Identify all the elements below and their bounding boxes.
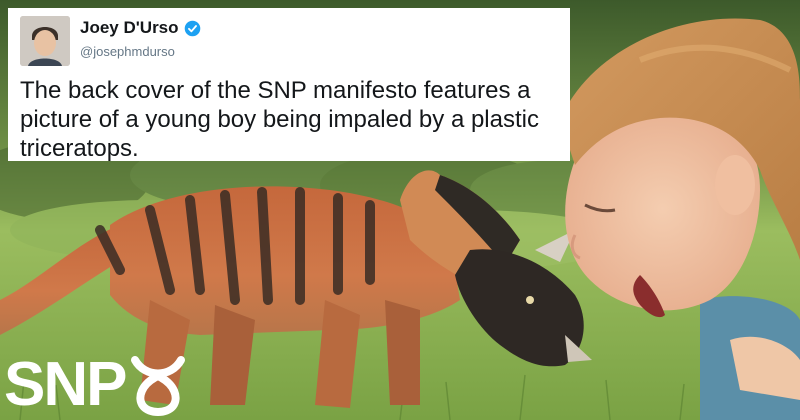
snp-logo-text: SNP [4,350,127,419]
display-name[interactable]: Joey D'Urso [80,18,179,38]
meme-image: Joey D'Urso @josephmdurso The back cover… [0,0,800,420]
snp-logo: SNP [4,352,193,418]
verified-badge-icon [184,20,200,36]
user-meta: Joey D'Urso @josephmdurso [80,18,201,59]
avatar[interactable] [20,16,70,66]
snp-loop-mark-icon [131,356,186,416]
tweet-text: The back cover of the SNP manifesto feat… [20,77,539,162]
tweet-card: Joey D'Urso @josephmdurso The back cover… [8,8,570,162]
profile-photo-icon [20,16,70,66]
name-row: Joey D'Urso [80,18,201,38]
tweet-header: Joey D'Urso @josephmdurso [18,14,560,72]
handle[interactable]: @josephmdurso [80,44,201,59]
